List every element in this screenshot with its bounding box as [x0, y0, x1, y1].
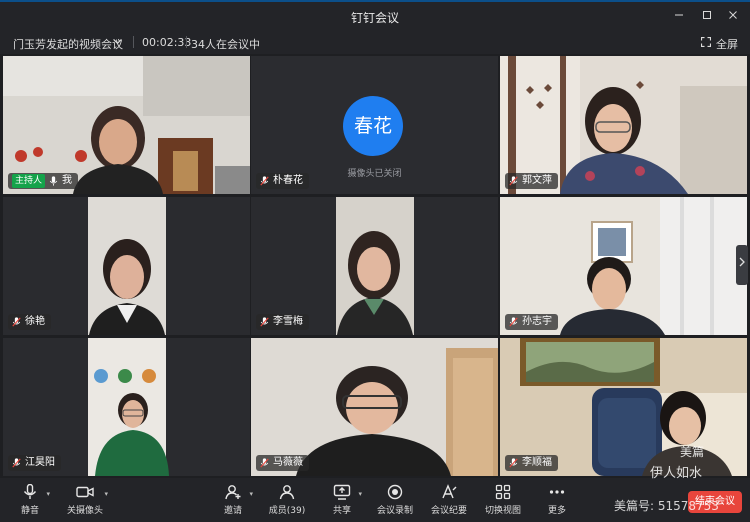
close-icon	[729, 11, 737, 19]
participant-name-tag: 朴春花	[256, 173, 309, 189]
participant-name-tag: 李雪梅	[256, 314, 309, 330]
caret-down-icon[interactable]: ▾	[249, 490, 253, 498]
minimize-button[interactable]	[670, 8, 688, 24]
video-tile[interactable]: 郭文萍	[500, 56, 747, 194]
participant-name: 江昊阳	[25, 457, 55, 468]
video-tile[interactable]: 江昊阳	[3, 338, 250, 476]
participant-name-tag: 孙志宇	[505, 314, 558, 330]
chevron-right-icon	[739, 257, 745, 267]
microphone-muted-icon	[509, 317, 518, 327]
microphone-icon	[23, 484, 37, 499]
video-tile-camera-off[interactable]: 春花 摄像头已关闭 朴春花	[251, 56, 498, 194]
participant-name-tag: 主持人 我	[8, 173, 79, 189]
participant-name: 郭文萍	[522, 175, 552, 186]
video-tile-me[interactable]: 主持人 我	[3, 56, 250, 194]
add-person-icon	[225, 485, 241, 500]
fullscreen-icon[interactable]	[701, 37, 711, 47]
members-icon	[279, 485, 295, 500]
participant-name-tag: 李顺福	[505, 455, 558, 471]
participant-name: 马薇薇	[273, 457, 303, 468]
video-tile[interactable]: 徐艳	[3, 197, 250, 335]
participant-count: 34人在会议中	[191, 38, 260, 51]
microphone-muted-icon	[12, 317, 21, 327]
minimize-icon	[675, 14, 683, 16]
video-tile[interactable]: 孙志宇	[500, 197, 747, 335]
microphone-muted-icon	[260, 317, 269, 327]
more-label: 更多	[547, 506, 566, 516]
participant-name-tag: 郭文萍	[505, 173, 558, 189]
microphone-muted-icon	[509, 458, 518, 468]
microphone-muted-icon	[12, 458, 21, 468]
window-title: 钉钉会议	[350, 11, 399, 25]
members-label: 成员(39)	[268, 506, 306, 516]
next-page-button[interactable]	[736, 245, 748, 285]
invite-label: 邀请	[223, 506, 242, 516]
mute-button[interactable]: 静音 ▾	[0, 482, 60, 520]
record-icon	[387, 484, 403, 500]
participant-name: 孙志宇	[522, 316, 552, 327]
watermark-logo: 美篇	[680, 445, 705, 459]
participant-name: 我	[62, 175, 73, 186]
minutes-label: 会议纪要	[430, 506, 467, 516]
watermark-author: 伊人如水	[650, 466, 703, 481]
caret-down-icon[interactable]: ▾	[46, 490, 50, 498]
grid-view-icon	[495, 484, 511, 500]
participant-name-tag: 江昊阳	[8, 455, 61, 471]
members-button[interactable]: 成员(39)	[257, 482, 317, 520]
microphone-muted-icon	[260, 458, 269, 468]
minutes-button[interactable]: 会议纪要	[419, 482, 479, 520]
more-button[interactable]: 更多	[527, 482, 587, 520]
meeting-info-bar: 门玉芳发起的视频会议 00:02:33 34人在会议中 全屏	[0, 30, 750, 54]
maximize-button[interactable]	[698, 8, 716, 24]
meeting-name[interactable]: 门玉芳发起的视频会议	[13, 36, 123, 52]
record-button[interactable]: 会议录制	[365, 482, 425, 520]
video-tile[interactable]: 马薇薇	[251, 338, 498, 476]
video-tile[interactable]: 李雪梅	[251, 197, 498, 335]
caret-down-icon[interactable]: ▾	[104, 490, 108, 498]
participant-name-tag: 马薇薇	[256, 455, 309, 471]
avatar: 春花	[343, 96, 403, 156]
participant-name: 朴春花	[273, 175, 303, 186]
switch-view-button[interactable]: 切换视图	[473, 482, 533, 520]
caret-down-icon[interactable]: ▾	[358, 490, 362, 498]
participant-name: 李顺福	[522, 457, 552, 468]
maximize-icon	[703, 11, 711, 19]
meeting-duration: 00:02:33	[142, 36, 192, 49]
share-label: 共享	[332, 506, 351, 516]
mute-label: 静音	[20, 506, 39, 516]
title-bar: 钉钉会议	[0, 0, 750, 30]
camera-label: 关摄像头	[66, 506, 103, 516]
participant-name: 李雪梅	[273, 316, 303, 327]
fullscreen-button[interactable]: 全屏	[716, 36, 738, 52]
minutes-icon	[442, 484, 457, 499]
chevron-down-icon[interactable]	[113, 37, 122, 46]
switch-view-label: 切换视图	[484, 506, 521, 516]
watermark-id: 美篇号: 51578753	[614, 499, 719, 513]
more-icon	[549, 490, 565, 494]
microphone-muted-icon	[509, 176, 518, 186]
divider	[133, 36, 134, 48]
invite-button[interactable]: 邀请 ▾	[203, 482, 263, 520]
microphone-muted-icon	[260, 176, 269, 186]
video-camera-icon	[76, 486, 94, 498]
microphone-icon	[49, 176, 58, 186]
record-label: 会议录制	[376, 506, 413, 516]
video-tile[interactable]: 李顺福	[500, 338, 747, 476]
share-button[interactable]: 共享 ▾	[312, 482, 372, 520]
host-badge: 主持人	[12, 174, 46, 188]
divider	[186, 36, 187, 48]
participant-name: 徐艳	[25, 316, 45, 327]
screen-share-icon	[333, 484, 351, 500]
camera-button[interactable]: 关摄像头 ▾	[54, 482, 116, 520]
video-grid: 主持人 我 春花 摄像头已关闭 朴春花 郭文萍 徐艳 李雪梅 孙志宇 江昊阳 马…	[3, 56, 747, 476]
close-button[interactable]	[724, 8, 742, 24]
participant-name-tag: 徐艳	[8, 314, 51, 330]
